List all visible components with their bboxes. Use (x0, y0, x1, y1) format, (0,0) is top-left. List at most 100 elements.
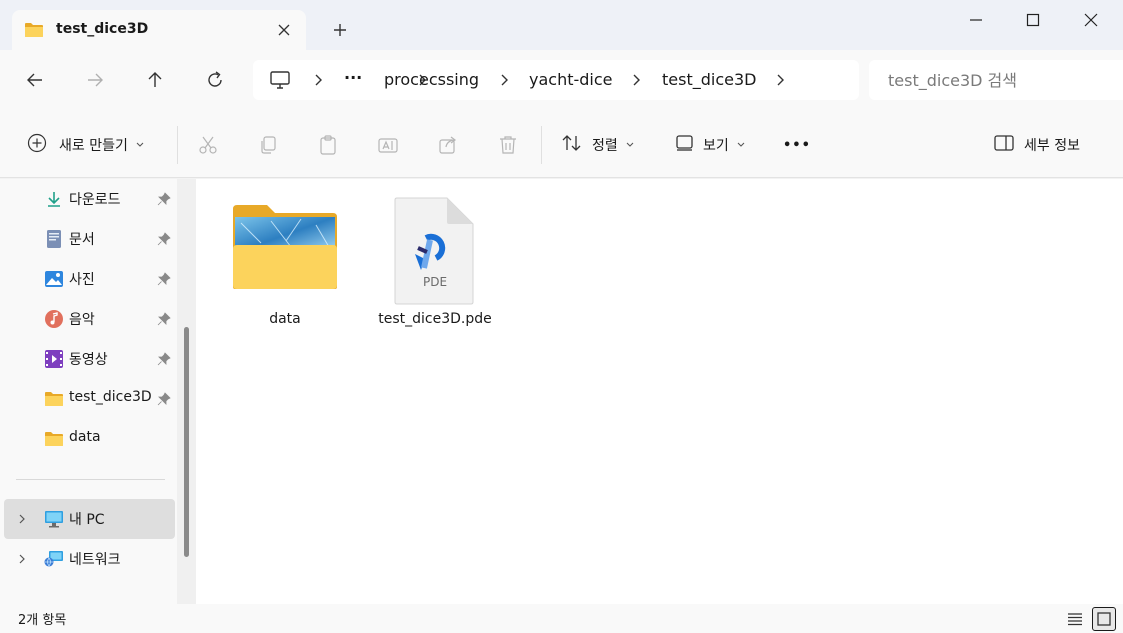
up-arrow-icon[interactable] (145, 70, 165, 90)
processing-file-icon (393, 196, 477, 310)
status-bar: 2개 항목 (0, 604, 1123, 633)
breadcrumb-item-procecssing[interactable]: procecssing (384, 70, 479, 89)
computer-icon (44, 509, 64, 529)
view-button[interactable]: 보기 (674, 134, 746, 156)
nav-item-label: 내 PC (69, 512, 105, 528)
item-count: 2개 항목 (18, 613, 67, 628)
file-item-test-dice3d-pde[interactable]: PDE test_dice3D.pde (375, 191, 495, 341)
navigation-pane: 다운로드 문서 사진 음악 동영상 test_dice3D data 내 PC … (0, 179, 196, 604)
share-icon[interactable] (437, 134, 459, 156)
nav-item-test-dice3d[interactable]: test_dice3D (0, 379, 175, 419)
document-icon (44, 229, 64, 249)
breadcrumb-item-test-dice3d[interactable]: test_dice3D (662, 70, 756, 89)
nav-item-this-pc[interactable]: 내 PC (4, 499, 175, 539)
chevron-right-icon[interactable] (499, 73, 509, 87)
file-item-data-folder[interactable]: data (225, 191, 345, 341)
file-type-badge: PDE (422, 275, 448, 289)
copy-icon[interactable] (257, 134, 279, 156)
nav-item-documents[interactable]: 문서 (0, 219, 175, 259)
delete-icon[interactable] (497, 134, 519, 156)
command-bar: 새로 만들기 정렬 보기 ••• 세부 정보 (0, 110, 1123, 178)
pin-icon[interactable] (157, 192, 171, 206)
nav-item-label: data (69, 429, 101, 445)
nav-item-pictures[interactable]: 사진 (0, 259, 175, 299)
computer-icon[interactable] (269, 70, 291, 94)
more-options-button[interactable]: ••• (783, 134, 811, 156)
address-bar: ··· procecssing yacht-dice test_dice3D (0, 50, 1123, 110)
title-bar: test_dice3D (0, 0, 1123, 50)
command-separator (541, 126, 542, 164)
view-label: 보기 (703, 138, 729, 154)
nav-item-downloads[interactable]: 다운로드 (0, 179, 175, 219)
search-input[interactable] (869, 60, 1123, 100)
paste-icon[interactable] (317, 134, 339, 156)
sort-label: 정렬 (592, 138, 618, 154)
nav-scrollbar-thumb[interactable] (184, 327, 189, 557)
sort-button[interactable]: 정렬 (561, 134, 635, 156)
details-pane-button[interactable]: 세부 정보 (993, 134, 1080, 156)
pin-icon[interactable] (157, 352, 171, 366)
nav-item-network[interactable]: 네트워크 (0, 539, 175, 579)
large-icons-view-icon[interactable] (1092, 607, 1116, 631)
tab-test-dice3d[interactable]: test_dice3D (12, 10, 306, 50)
folder-icon (44, 389, 64, 409)
new-button-label: 새로 만들기 (59, 138, 128, 154)
close-window-icon[interactable] (1081, 10, 1101, 30)
network-icon (44, 549, 64, 569)
new-tab-icon[interactable] (332, 22, 348, 38)
file-name: test_dice3D.pde (378, 311, 492, 327)
video-icon (44, 349, 64, 369)
add-circle-icon (27, 132, 49, 158)
file-name: data (269, 311, 301, 327)
chevron-down-icon (135, 137, 145, 153)
chevron-right-icon[interactable] (631, 73, 641, 87)
new-button[interactable]: 새로 만들기 (27, 132, 145, 158)
music-icon (44, 309, 64, 329)
back-arrow-icon[interactable] (25, 70, 45, 90)
details-pane-icon (993, 132, 1015, 158)
nav-item-label: 문서 (69, 232, 95, 248)
pin-icon[interactable] (157, 272, 171, 286)
rename-icon[interactable] (377, 134, 399, 156)
details-view-icon[interactable] (1063, 607, 1087, 631)
nav-item-data[interactable]: data (0, 419, 175, 459)
view-icon (674, 132, 696, 158)
more-label: ••• (783, 137, 811, 153)
tab-title: test_dice3D (56, 21, 149, 37)
nav-item-label: 네트워크 (69, 552, 121, 568)
nav-item-label: 음악 (69, 312, 95, 328)
refresh-icon[interactable] (205, 70, 225, 90)
breadcrumb-overflow[interactable]: ··· (344, 68, 362, 87)
nav-item-label: 다운로드 (69, 192, 121, 208)
pin-icon[interactable] (157, 232, 171, 246)
chevron-right-icon[interactable] (18, 513, 26, 525)
folder-with-preview-icon (231, 203, 339, 295)
nav-item-label: test_dice3D (69, 389, 152, 405)
details-label: 세부 정보 (1024, 138, 1080, 154)
download-icon (44, 189, 64, 209)
command-separator (177, 126, 178, 164)
sort-icon (561, 132, 583, 158)
nav-item-music[interactable]: 음악 (0, 299, 175, 339)
breadcrumb[interactable]: ··· procecssing yacht-dice test_dice3D (253, 60, 859, 100)
chevron-right-icon[interactable] (313, 73, 323, 87)
minimize-icon[interactable] (966, 10, 986, 30)
chevron-right-icon[interactable] (18, 553, 26, 565)
folder-icon (44, 429, 64, 449)
breadcrumb-item-yacht-dice[interactable]: yacht-dice (529, 70, 613, 89)
maximize-icon[interactable] (1023, 10, 1043, 30)
nav-item-label: 사진 (69, 272, 95, 288)
chevron-down-icon (625, 137, 635, 153)
close-tab-icon[interactable] (277, 23, 291, 37)
nav-item-label: 동영상 (69, 352, 108, 368)
pin-icon[interactable] (157, 392, 171, 406)
nav-item-videos[interactable]: 동영상 (0, 339, 175, 379)
nav-divider (16, 479, 165, 480)
file-list[interactable]: data PDE test_dice3D.pde (196, 179, 1123, 604)
forward-arrow-icon[interactable] (85, 70, 105, 90)
chevron-down-icon (736, 137, 746, 153)
chevron-right-icon[interactable] (775, 73, 785, 87)
pictures-icon (44, 269, 64, 289)
pin-icon[interactable] (157, 312, 171, 326)
cut-icon[interactable] (197, 134, 219, 156)
